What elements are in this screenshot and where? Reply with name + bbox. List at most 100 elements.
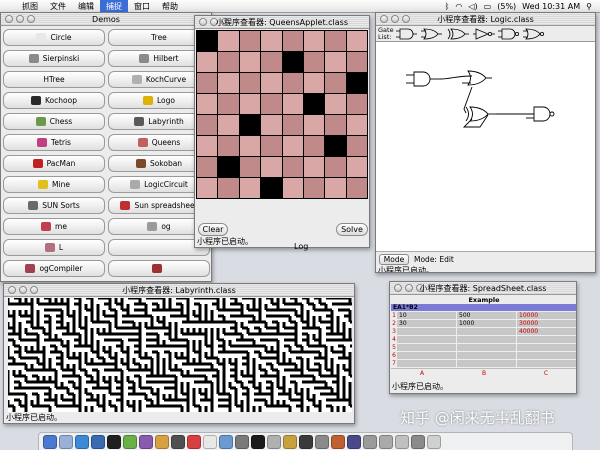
menu-edit[interactable]: 编辑: [72, 0, 100, 13]
mode-button[interactable]: Mode: [379, 254, 409, 265]
board-square[interactable]: [197, 157, 218, 177]
board-square[interactable]: [303, 115, 325, 135]
board-square[interactable]: [218, 115, 239, 135]
board-square[interactable]: [239, 94, 261, 114]
minimize-button[interactable]: [19, 286, 27, 294]
board-square[interactable]: [303, 31, 325, 51]
qq-icon[interactable]: [107, 434, 121, 449]
board-square[interactable]: [282, 115, 303, 135]
logic-titlebar[interactable]: 小程序查看器: Logic.class: [376, 13, 595, 26]
sheet-cell-b[interactable]: [457, 352, 517, 360]
gate-palette[interactable]: [396, 26, 596, 42]
board-square[interactable]: [197, 136, 218, 156]
sheet-cell-b[interactable]: [457, 328, 517, 336]
app-icon[interactable]: [267, 434, 281, 449]
menu-help[interactable]: 帮助: [156, 0, 184, 13]
demo-button-0[interactable]: Circle: [3, 29, 105, 46]
board-square[interactable]: [282, 94, 303, 114]
queen-square[interactable]: [218, 157, 239, 177]
board-square[interactable]: [346, 115, 367, 135]
board-square[interactable]: [325, 178, 346, 198]
board-square[interactable]: [346, 157, 367, 177]
spotlight-icon[interactable]: ⚲: [586, 2, 592, 11]
board-square[interactable]: [261, 157, 282, 177]
queen-square[interactable]: [197, 31, 218, 51]
board-square[interactable]: [282, 73, 303, 93]
board-square[interactable]: [346, 178, 367, 198]
sheet-cell-c[interactable]: 40000: [517, 328, 576, 336]
board-square[interactable]: [197, 52, 218, 72]
wifi-icon[interactable]: ◠: [455, 2, 462, 11]
sheet-cell-c[interactable]: 30000: [517, 320, 576, 328]
minimize-button[interactable]: [405, 284, 413, 292]
solve-button[interactable]: Solve: [336, 223, 368, 236]
board-square[interactable]: [325, 52, 346, 72]
bluetooth-icon[interactable]: ᛒ: [445, 2, 450, 11]
photo-icon[interactable]: [155, 434, 169, 449]
sheet-cell-a[interactable]: [397, 344, 457, 352]
sheet-cell-a[interactable]: 30: [397, 320, 457, 328]
board-square[interactable]: [239, 31, 261, 51]
board-square[interactable]: [197, 178, 218, 198]
board-square[interactable]: [282, 136, 303, 156]
board-square[interactable]: [261, 31, 282, 51]
sheet-cell-c[interactable]: [517, 352, 576, 360]
board-square[interactable]: [197, 94, 218, 114]
close-button[interactable]: [5, 15, 13, 23]
demo-button-20[interactable]: L: [3, 239, 105, 256]
board-square[interactable]: [197, 73, 218, 93]
board-square[interactable]: [218, 52, 239, 72]
circuit-canvas[interactable]: [376, 43, 595, 251]
queen-square[interactable]: [261, 178, 282, 198]
java-icon[interactable]: [331, 434, 345, 449]
sheet-cell-b[interactable]: 1000: [457, 320, 517, 328]
volume-icon[interactable]: ◁): [468, 2, 477, 11]
safari-icon[interactable]: [75, 434, 89, 449]
board-square[interactable]: [282, 157, 303, 177]
zoom-button[interactable]: [221, 18, 229, 26]
zoom-button[interactable]: [402, 15, 410, 23]
app-icon[interactable]: [283, 434, 297, 449]
zoom-button[interactable]: [27, 15, 35, 23]
minimize-button[interactable]: [16, 15, 24, 23]
sheet-cell-a[interactable]: [397, 352, 457, 360]
sheet-cell-a[interactable]: 10: [397, 312, 457, 320]
board-square[interactable]: [218, 94, 239, 114]
trash-icon[interactable]: [427, 434, 441, 449]
board-square[interactable]: [325, 73, 346, 93]
board-square[interactable]: [346, 136, 367, 156]
board-square[interactable]: [218, 178, 239, 198]
board-square[interactable]: [282, 178, 303, 198]
itunes-icon[interactable]: [139, 434, 153, 449]
board-square[interactable]: [346, 52, 367, 72]
battery-icon[interactable]: ▭: [484, 2, 492, 11]
demo-button-14[interactable]: Mine: [3, 176, 105, 193]
close-button[interactable]: [199, 18, 207, 26]
ical-icon[interactable]: [203, 434, 217, 449]
board-square[interactable]: [261, 136, 282, 156]
app-icon[interactable]: [315, 434, 329, 449]
demo-button-23[interactable]: [108, 260, 210, 277]
board-square[interactable]: [261, 52, 282, 72]
spreadsheet-titlebar[interactable]: 小程序查看器: SpreadSheet.class: [390, 282, 576, 295]
finder-icon[interactable]: [43, 434, 57, 449]
board-square[interactable]: [197, 115, 218, 135]
queen-square[interactable]: [282, 52, 303, 72]
minimize-button[interactable]: [210, 18, 218, 26]
sheet-cell-a[interactable]: [397, 336, 457, 344]
board-square[interactable]: [346, 31, 367, 51]
preview-icon[interactable]: [219, 434, 233, 449]
queens-titlebar[interactable]: 小程序查看器: QueensApplet.class: [195, 16, 369, 29]
demo-button-10[interactable]: Tetris: [3, 134, 105, 151]
board-square[interactable]: [303, 73, 325, 93]
app-icon[interactable]: [363, 434, 377, 449]
board-square[interactable]: [303, 136, 325, 156]
sheet-cell-a[interactable]: [397, 360, 457, 368]
board-square[interactable]: [303, 178, 325, 198]
sheet-cell-b[interactable]: [457, 344, 517, 352]
maze-canvas[interactable]: [6, 296, 354, 412]
prefs-icon[interactable]: [235, 434, 249, 449]
board-square[interactable]: [239, 73, 261, 93]
board-square[interactable]: [261, 94, 282, 114]
board-square[interactable]: [325, 115, 346, 135]
